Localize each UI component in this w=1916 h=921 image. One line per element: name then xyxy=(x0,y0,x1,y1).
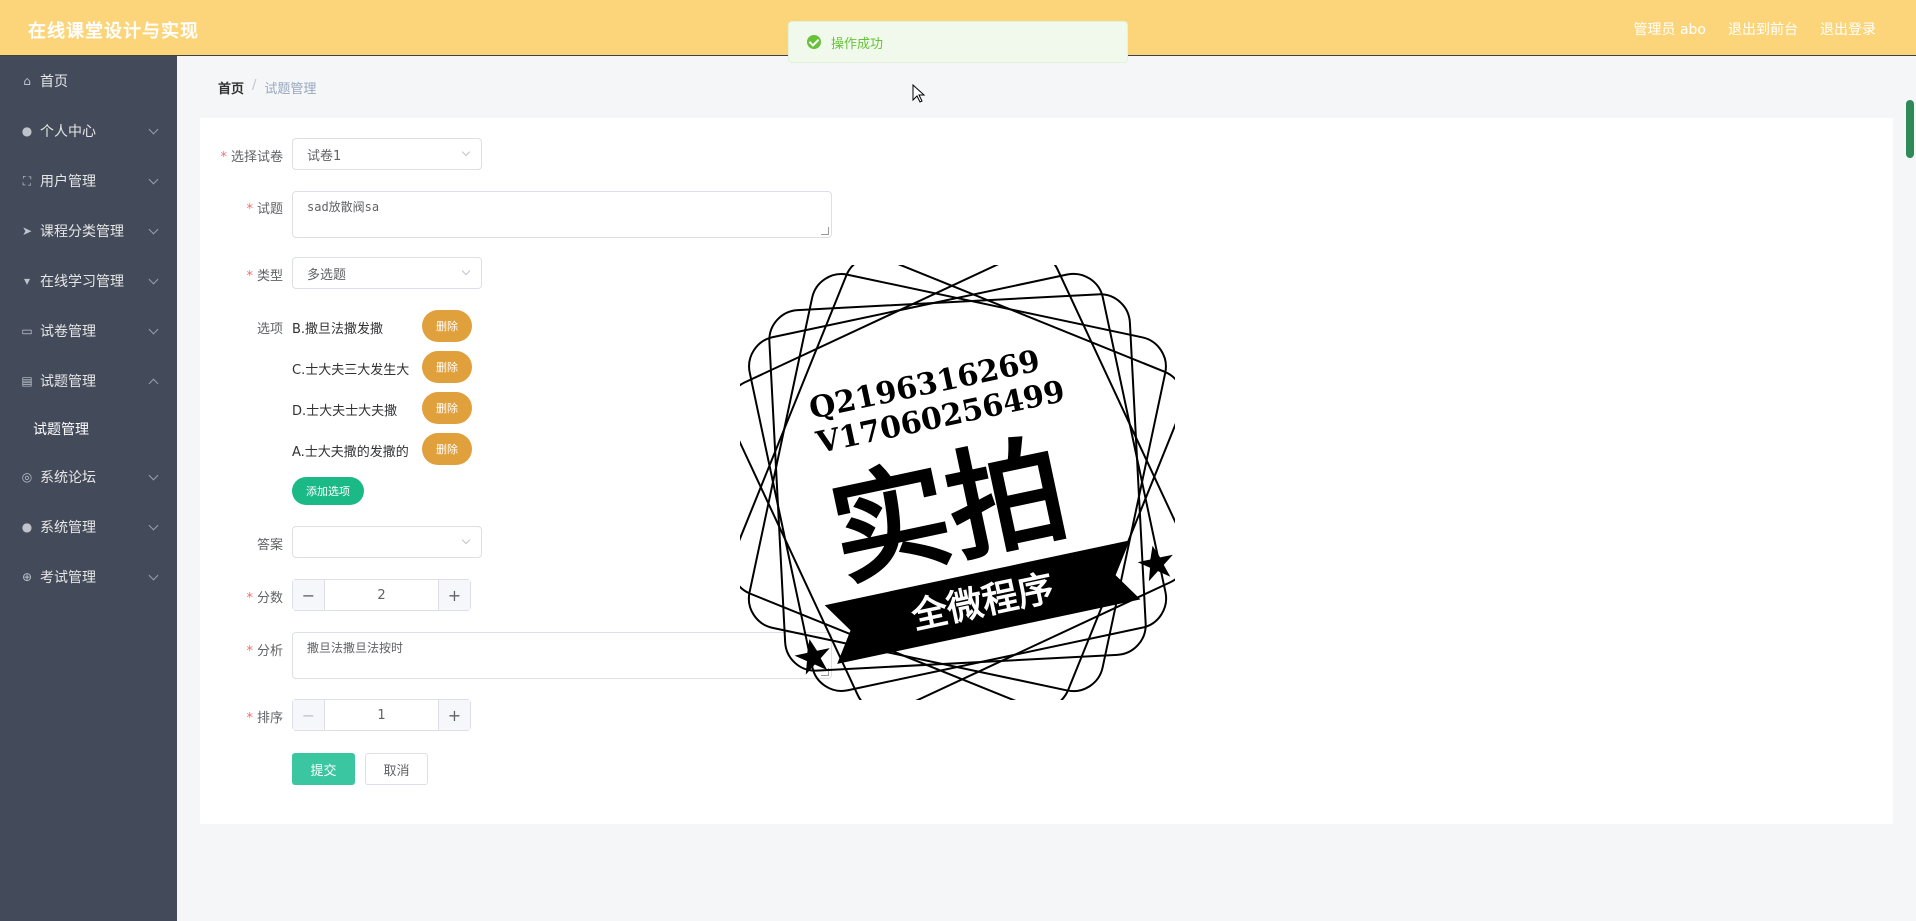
sidebar-item-label: 在线学习管理 xyxy=(40,274,124,290)
sidebar-item-label: 首页 xyxy=(40,74,68,90)
type-select-value: 多选题 xyxy=(307,267,347,283)
success-toast: 操作成功 xyxy=(788,21,1128,63)
answer-select[interactable] xyxy=(292,526,482,558)
compass-icon: ◎ xyxy=(21,470,33,484)
increment-icon[interactable]: + xyxy=(438,700,470,730)
option-item: D.士大夫士大夫撒 xyxy=(292,404,398,419)
order-stepper[interactable]: − 1 + xyxy=(292,699,471,731)
chevron-down-icon xyxy=(148,324,159,335)
chevron-down-icon xyxy=(148,174,159,185)
chevron-down-icon xyxy=(148,224,159,235)
delete-option-button[interactable]: 删除 xyxy=(422,351,472,383)
question-label: * 试题 xyxy=(246,202,283,217)
chevron-down-icon xyxy=(148,520,159,531)
sidebar-item-label: 考试管理 xyxy=(40,570,96,586)
type-select[interactable]: 多选题 xyxy=(292,257,482,289)
sidebar-item-user-management[interactable]: ⛶ 用户管理 xyxy=(0,156,177,206)
decrement-icon[interactable]: − xyxy=(293,580,325,610)
chevron-down-icon xyxy=(148,570,159,581)
options-label: 选项 xyxy=(256,322,283,337)
answer-label: 答案 xyxy=(256,538,283,553)
check-circle-icon xyxy=(807,35,821,49)
add-option-button[interactable]: 添加选项 xyxy=(292,477,364,505)
admin-name: 管理员 abo xyxy=(1633,22,1706,38)
chat-icon: ▭ xyxy=(21,324,33,338)
order-label: * 排序 xyxy=(246,711,283,726)
submit-button[interactable]: 提交 xyxy=(292,753,355,785)
user-icon: ● xyxy=(21,520,33,534)
option-item: C.士大夫三大发生大 xyxy=(292,363,410,378)
order-value[interactable]: 1 xyxy=(325,700,438,730)
sidebar-item-online-learning[interactable]: ▾ 在线学习管理 xyxy=(0,256,177,306)
sidebar-item-label: 课程分类管理 xyxy=(40,224,124,240)
header-links: 管理员 abo 退出到前台 退出登录 xyxy=(1634,19,1876,39)
sidebar-item-label: 试卷管理 xyxy=(40,324,96,340)
breadcrumb: 首页 / 试题管理 xyxy=(218,78,316,97)
app-title: 在线课堂设计与实现 xyxy=(28,21,199,42)
sidebar-item-label: 用户管理 xyxy=(40,174,96,190)
sidebar-item-home[interactable]: ⌂ 首页 xyxy=(0,56,177,106)
paper-select[interactable]: 试卷1 xyxy=(292,138,482,170)
sidebar-item-label: 试题管理 xyxy=(40,374,96,390)
chevron-down-icon xyxy=(461,266,471,276)
scrollbar-thumb[interactable] xyxy=(1906,100,1914,158)
paper-label: * 选择试卷 xyxy=(220,150,283,165)
breadcrumb-separator: / xyxy=(252,78,257,93)
option-item: B.撒旦法撒发撒 xyxy=(292,322,384,337)
frame-icon: ⛶ xyxy=(22,173,32,188)
resize-grip-icon[interactable] xyxy=(821,668,829,676)
sidebar-item-system-management[interactable]: ● 系统管理 xyxy=(0,502,177,552)
analysis-textarea[interactable]: 撒旦法撒旦法按时 xyxy=(292,632,832,679)
sidebar-item-personal-center[interactable]: ● 个人中心 xyxy=(0,106,177,156)
paper-select-value: 试卷1 xyxy=(307,148,342,164)
to-front-link[interactable]: 退出到前台 xyxy=(1728,19,1798,39)
breadcrumb-current: 试题管理 xyxy=(264,82,317,97)
increment-icon[interactable]: + xyxy=(438,580,470,610)
delete-option-button[interactable]: 删除 xyxy=(422,310,472,342)
analysis-label: * 分析 xyxy=(246,644,283,659)
cancel-button[interactable]: 取消 xyxy=(365,753,428,785)
home-icon: ⌂ xyxy=(23,74,31,88)
sidebar-item-question-management[interactable]: ▤ 试题管理 xyxy=(0,356,177,406)
score-value[interactable]: 2 xyxy=(325,580,438,610)
delete-option-button[interactable]: 删除 xyxy=(422,433,472,465)
logout-link[interactable]: 退出登录 xyxy=(1820,19,1876,39)
chevron-down-icon xyxy=(148,470,159,481)
chevron-down-icon xyxy=(148,124,159,135)
user-icon: ● xyxy=(21,124,33,138)
sidebar-item-exam-management[interactable]: ⊕ 考试管理 xyxy=(0,552,177,602)
sidebar-item-label: 个人中心 xyxy=(40,124,96,140)
delete-option-button[interactable]: 删除 xyxy=(422,392,472,424)
resize-grip-icon[interactable] xyxy=(821,227,829,235)
score-label: * 分数 xyxy=(246,591,283,606)
option-item: A.士大夫撒的发撒的 xyxy=(292,445,409,460)
question-textarea[interactable]: sad放散阀sa xyxy=(292,191,832,238)
sidebar-item-course-category[interactable]: ➤ 课程分类管理 xyxy=(0,206,177,256)
sidebar-item-paper-management[interactable]: ▭ 试卷管理 xyxy=(0,306,177,356)
chevron-up-icon xyxy=(148,378,159,389)
globe-icon: ⊕ xyxy=(21,570,33,584)
mouse-cursor-icon xyxy=(912,84,926,103)
sidebar-item-label: 系统管理 xyxy=(40,520,96,536)
sidebar-item-label: 系统论坛 xyxy=(40,470,96,486)
breadcrumb-home[interactable]: 首页 xyxy=(218,78,244,97)
card-icon: ▤ xyxy=(21,374,33,388)
chevron-down-icon xyxy=(148,274,159,285)
chevron-down-icon xyxy=(461,147,471,157)
chevron-down-icon xyxy=(461,535,471,545)
pin-icon: ▾ xyxy=(23,274,31,288)
toast-message: 操作成功 xyxy=(831,36,884,52)
decrement-icon[interactable]: − xyxy=(293,700,325,730)
question-value: sad放散阀sa xyxy=(307,200,380,214)
send-icon: ➤ xyxy=(21,224,33,238)
score-stepper[interactable]: − 2 + xyxy=(292,579,471,611)
analysis-value: 撒旦法撒旦法按时 xyxy=(307,641,404,655)
sidebar: ⌂ 首页 ● 个人中心 ⛶ 用户管理 ➤ 课程分类管理 ▾ 在线学习管理 ▭ 试… xyxy=(0,56,177,921)
sidebar-item-forum[interactable]: ◎ 系统论坛 xyxy=(0,452,177,502)
sidebar-subitem-question-management[interactable]: 试题管理 xyxy=(0,406,177,452)
type-label: * 类型 xyxy=(246,269,283,284)
